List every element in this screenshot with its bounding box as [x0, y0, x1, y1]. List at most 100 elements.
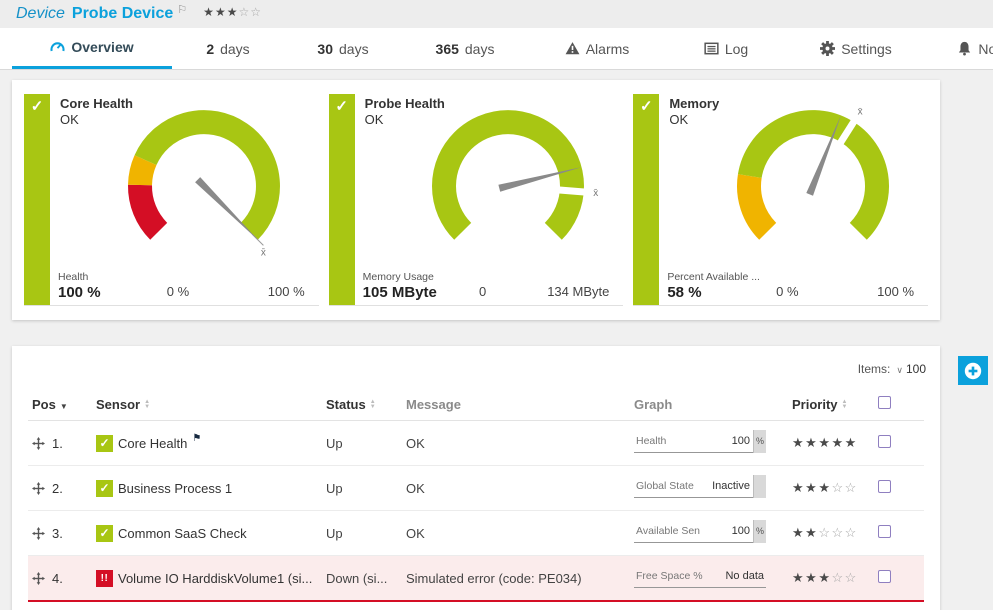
minigraph-channel: Global State — [636, 480, 694, 492]
tab-number: 365 — [436, 41, 459, 57]
column-header-sensor[interactable]: Sensor▲▼ — [92, 386, 322, 421]
column-label: Priority — [792, 397, 838, 412]
check-icon: ✓ — [640, 98, 653, 115]
gauge-scale-min: 0 % — [737, 284, 837, 299]
gear-icon — [820, 41, 835, 56]
tab-overview[interactable]: Overview — [12, 28, 172, 69]
mini-graph[interactable]: Free Space % No data — [634, 565, 766, 588]
device-rating[interactable]: ★★★☆☆ — [203, 5, 262, 19]
row-checkbox[interactable] — [878, 435, 891, 448]
table-row[interactable]: 3. ✓Common SaaS Check Up OK Available Se… — [28, 511, 924, 556]
sensor-list-card: Items:∨100 Pos▼Sensor▲▼Status▲▼MessageGr… — [12, 346, 940, 610]
select-all-checkbox[interactable] — [878, 396, 891, 409]
gauge-channel-label: Percent Available ... — [667, 271, 777, 283]
move-icon[interactable] — [32, 482, 45, 495]
priority-stars[interactable]: ★★☆☆☆ — [792, 525, 858, 540]
sensor-name-link[interactable]: Volume IO HarddiskVolume1 (si... — [118, 571, 312, 586]
star-filled-icon: ★ — [227, 5, 239, 19]
gauge-dial: x̄ — [393, 94, 621, 266]
sensor-name-link[interactable]: Common SaaS Check — [118, 526, 247, 541]
column-header-status[interactable]: Status▲▼ — [322, 386, 402, 421]
mini-graph[interactable]: Global State Inactive — [634, 475, 766, 498]
status-value: Down (si... — [326, 571, 387, 586]
column-label: Sensor — [96, 397, 140, 412]
gauge-dial: x̄ — [698, 94, 926, 266]
column-header-pos[interactable]: Pos▼ — [28, 386, 92, 421]
minigraph-channel: Available Sen — [636, 525, 700, 537]
star-empty-icon: ☆ — [238, 5, 250, 19]
tab-alarms[interactable]: Alarms — [528, 28, 666, 69]
minigraph-axis: % — [753, 430, 766, 453]
bell-icon — [957, 41, 972, 56]
sensor-name-link[interactable]: Core Health — [118, 436, 187, 451]
tab-2-days[interactable]: 2 days — [172, 28, 284, 69]
table-row[interactable]: 4. !!Volume IO HarddiskVolume1 (si... Do… — [28, 556, 924, 602]
star-filled-icon: ★ — [831, 435, 844, 450]
table-row[interactable]: 1. ✓Core Health⚑ Up OK Health 100 % ★★★★… — [28, 421, 924, 466]
tab-label: days — [339, 41, 369, 57]
tab-30-days[interactable]: 30days — [284, 28, 402, 69]
sensor-table: Pos▼Sensor▲▼Status▲▼MessageGraphPriority… — [28, 386, 924, 610]
star-filled-icon: ★ — [792, 570, 805, 585]
star-filled-icon: ★ — [792, 480, 805, 495]
flag-icon[interactable]: ⚐ — [177, 3, 187, 16]
priority-stars[interactable]: ★★★☆☆ — [792, 480, 858, 495]
star-filled-icon: ★ — [792, 435, 805, 450]
gauge-scale-max: 100 % — [877, 284, 914, 299]
check-icon: ✓ — [31, 98, 44, 115]
priority-stars[interactable]: ★★★☆☆ — [792, 570, 858, 585]
move-icon[interactable] — [32, 437, 45, 450]
star-empty-icon: ☆ — [845, 570, 858, 585]
tab-label: Log — [725, 41, 748, 57]
tab-notifications[interactable]: Notifications — [926, 28, 993, 69]
mini-graph[interactable]: Available Sen 100 % — [634, 520, 766, 543]
mini-graph[interactable]: Health 100 % — [634, 430, 766, 453]
row-checkbox[interactable] — [878, 570, 891, 583]
table-row[interactable]: 5. ✓PING Up OK Ping Time 0 msec ★★★☆☆ — [28, 601, 924, 610]
minigraph-value: Inactive — [712, 480, 750, 492]
favorite-flag-icon[interactable]: ⚑ — [192, 433, 201, 444]
check-icon: ✓ — [335, 98, 348, 115]
move-icon[interactable] — [32, 527, 45, 540]
star-empty-icon: ☆ — [845, 525, 858, 540]
star-filled-icon: ★ — [845, 435, 858, 450]
table-body: 1. ✓Core Health⚑ Up OK Health 100 % ★★★★… — [28, 421, 924, 610]
warning-icon — [565, 41, 580, 56]
move-icon[interactable] — [32, 572, 45, 585]
priority-stars[interactable]: ★★★★★ — [792, 435, 858, 450]
column-label: Message — [406, 397, 461, 412]
minigraph-axis — [753, 475, 766, 498]
star-empty-icon: ☆ — [845, 480, 858, 495]
column-header-priority[interactable]: Priority▲▼ — [788, 386, 874, 421]
message-value: OK — [406, 526, 425, 541]
overview-gauges-card: ✓ Core Health OK x̄ Health 100 % 0 % 100… — [12, 80, 940, 320]
tab-number: 2 — [206, 41, 214, 57]
sensor-ok-icon: ✓ — [96, 435, 113, 452]
sensor-error-icon: !! — [96, 570, 113, 587]
star-empty-icon: ☆ — [831, 480, 844, 495]
tab-label: Notifications — [978, 41, 993, 57]
gauge-panel-memory[interactable]: ✓ Memory OK x̄ Percent Available ... 58 … — [633, 94, 928, 306]
gauge-panel-core-health[interactable]: ✓ Core Health OK x̄ Health 100 % 0 % 100… — [24, 94, 319, 306]
column-header-graph: Graph — [630, 386, 788, 421]
tab-bar: Overview2days30days365days Alarms LogSet… — [0, 28, 993, 70]
column-header-select[interactable] — [874, 386, 924, 421]
row-checkbox[interactable] — [878, 525, 891, 538]
add-button[interactable] — [958, 356, 988, 385]
page-title: Probe Device — [72, 5, 173, 23]
table-row[interactable]: 2. ✓Business Process 1 Up OK Global Stat… — [28, 466, 924, 511]
gauge-icon — [50, 40, 65, 55]
column-label: Graph — [634, 397, 672, 412]
minigraph-value: 100 — [732, 525, 750, 537]
sort-icon: ▲▼ — [370, 400, 376, 410]
tab-label: days — [220, 41, 250, 57]
tab-settings[interactable]: Settings — [786, 28, 926, 69]
items-count-control[interactable]: Items:∨100 — [12, 346, 940, 386]
tab-label: Alarms — [586, 41, 630, 57]
sensor-name-link[interactable]: Business Process 1 — [118, 481, 232, 496]
message-value: OK — [406, 481, 425, 496]
tab-log[interactable]: Log — [666, 28, 786, 69]
tab-365-days[interactable]: 365days — [402, 28, 528, 69]
row-checkbox[interactable] — [878, 480, 891, 493]
gauge-panel-probe-health[interactable]: ✓ Probe Health OK x̄ Memory Usage 105 MB… — [329, 94, 624, 306]
